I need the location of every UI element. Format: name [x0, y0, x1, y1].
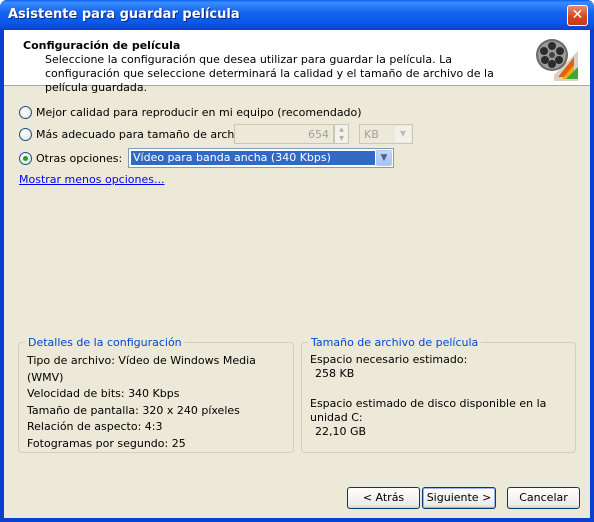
file-size-legend: Tamaño de archivo de película	[311, 336, 479, 349]
chevron-down-icon[interactable]: ▼	[395, 126, 411, 142]
title-bar[interactable]: Asistente para guardar película ✕	[0, 0, 594, 30]
radio-best-quality[interactable]	[19, 105, 32, 119]
other-options-select[interactable]: Vídeo para banda ancha (340 Kbps) ▼	[128, 148, 394, 168]
option-best-quality-label: Mejor calidad para reproducir en mi equi…	[36, 105, 362, 119]
option-other[interactable]: Otras opciones:	[19, 150, 122, 166]
wizard-window: Asistente para guardar película ✕ Config…	[0, 0, 594, 522]
close-icon: ✕	[571, 7, 584, 23]
stepper-up-icon[interactable]: ▲	[335, 125, 348, 134]
chevron-down-icon[interactable]: ▼	[376, 150, 392, 166]
option-best-file-size-label: Más adecuado para tamaño de archivo:	[36, 127, 255, 141]
detail-bitrate: Velocidad de bits: 340 Kbps	[27, 387, 180, 400]
back-button[interactable]: < Atrás	[347, 487, 420, 509]
wizard-header: Configuración de película Seleccione la …	[4, 30, 590, 94]
close-button[interactable]: ✕	[567, 5, 588, 26]
file-size-stepper[interactable]: ▲ ▼	[334, 124, 349, 144]
detail-file-type: Tipo de archivo: Vídeo de Windows Media …	[27, 354, 256, 384]
detail-aspect-ratio: Relación de aspecto: 4:3	[27, 420, 163, 433]
estimated-space-value: 258 KB	[315, 367, 355, 380]
window-title: Asistente para guardar película	[8, 7, 240, 22]
disk-space-value: 22,10 GB	[315, 425, 367, 438]
config-details-lines: Tipo de archivo: Vídeo de Windows Media …	[19, 349, 293, 452]
file-size-unit-select[interactable]: KB ▼	[359, 124, 413, 144]
other-options-selected-value: Vídeo para banda ancha (340 Kbps)	[131, 151, 375, 165]
cancel-button[interactable]: Cancelar	[507, 487, 580, 509]
disk-space-label: Espacio estimado de disco disponible en …	[310, 397, 547, 424]
config-details-legend: Detalles de la configuración	[28, 336, 182, 349]
page-description: Seleccione la configuración que desea ut…	[45, 53, 494, 94]
file-size-input[interactable]: 654	[234, 124, 334, 144]
next-button[interactable]: Siguiente >	[422, 487, 496, 509]
file-size-group: Tamaño de archivo de película Espacio ne…	[301, 336, 576, 453]
page-title: Configuración de película	[23, 39, 181, 52]
estimated-space-label: Espacio necesario estimado:	[310, 353, 468, 366]
radio-best-file-size[interactable]	[19, 127, 32, 141]
option-best-file-size[interactable]: Más adecuado para tamaño de archivo:	[19, 126, 254, 142]
option-best-quality[interactable]: Mejor calidad para reproducir en mi equi…	[19, 104, 362, 120]
option-other-label: Otras opciones:	[36, 151, 123, 165]
film-reel-icon	[536, 39, 578, 81]
file-size-lines: Espacio necesario estimado: 258 KB Espac…	[302, 349, 575, 439]
file-size-unit-value: KB	[364, 128, 379, 141]
detail-fps: Fotogramas por segundo: 25	[27, 436, 186, 450]
stepper-down-icon[interactable]: ▼	[335, 134, 348, 143]
detail-screen-size: Tamaño de pantalla: 320 x 240 píxeles	[27, 403, 240, 417]
config-details-group: Detalles de la configuración Tipo de arc…	[18, 336, 294, 453]
dialog-body: Configuración de película Seleccione la …	[4, 30, 590, 518]
radio-other[interactable]	[19, 151, 32, 165]
show-less-options-link[interactable]: Mostrar menos opciones...	[19, 173, 164, 186]
